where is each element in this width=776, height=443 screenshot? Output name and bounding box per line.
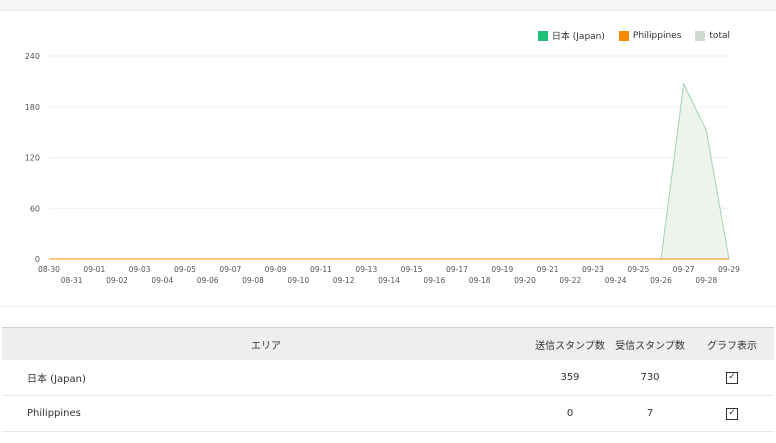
x-tick-label: 09-13 — [355, 265, 377, 274]
x-tick-label: 09-03 — [129, 265, 151, 274]
y-tick-label: 0 — [35, 255, 40, 264]
x-tick-label: 08-30 — [38, 265, 60, 274]
header-graph-display: グラフ表示 — [707, 340, 757, 352]
series-line-total — [49, 82, 730, 260]
legend-item-philippines[interactable]: Philippines — [618, 29, 682, 42]
legend-swatch-total — [695, 30, 706, 41]
x-tick-label: 08-31 — [61, 276, 83, 285]
y-tick-label: 240 — [25, 52, 40, 61]
header-area: エリア — [251, 340, 281, 352]
graph-display-cell: ✓ — [690, 371, 774, 384]
x-tick-label: 09-08 — [242, 276, 264, 285]
table-row: 日本 (Japan) 359 730 ✓ — [2, 360, 774, 396]
table-header-row: エリア 送信スタンプ数 受信スタンプ数 グラフ表示 — [2, 327, 774, 360]
row-area: 日本 (Japan) — [27, 374, 86, 385]
section-divider — [0, 306, 776, 307]
y-tick-label: 120 — [25, 154, 40, 163]
x-tick-label: 09-22 — [559, 276, 581, 285]
row-received: 730 — [640, 372, 660, 383]
row-area: Philippines — [27, 408, 81, 419]
top-strip — [0, 0, 776, 11]
graph-display-checkbox[interactable]: ✓ — [726, 407, 738, 420]
area-stamp-table: エリア 送信スタンプ数 受信スタンプ数 グラフ表示 日本 (Japan) 359… — [2, 327, 774, 432]
x-tick-label: 09-12 — [333, 276, 355, 285]
header-sent-stamps: 送信スタンプ数 — [535, 340, 605, 352]
x-tick-label: 09-18 — [469, 276, 491, 285]
header-received-stamps: 受信スタンプ数 — [615, 340, 685, 352]
x-tick-label: 09-15 — [401, 265, 423, 274]
x-tick-label: 09-16 — [423, 276, 445, 285]
chart-legend: 日本 (Japan) Philippines total — [537, 29, 730, 42]
x-tick-label: 09-23 — [582, 265, 604, 274]
table-row: Philippines 0 7 ✓ — [2, 396, 774, 432]
row-sent: 0 — [566, 408, 574, 419]
area-chart: 06012018024008-3008-3109-0109-0209-0309-… — [25, 52, 740, 285]
x-tick-label: 09-02 — [106, 276, 128, 285]
x-tick-label: 09-20 — [514, 276, 536, 285]
x-tick-label: 09-24 — [605, 276, 627, 285]
row-sent: 359 — [560, 372, 580, 383]
x-tick-label: 09-26 — [650, 276, 672, 285]
legend-swatch-japan — [537, 30, 548, 41]
legend-label-philippines: Philippines — [632, 30, 682, 41]
legend-item-japan[interactable]: 日本 (Japan) — [537, 29, 605, 42]
legend-item-total[interactable]: total — [695, 29, 730, 42]
x-tick-label: 09-06 — [197, 276, 219, 285]
x-tick-label: 09-29 — [718, 265, 740, 274]
graph-display-checkbox[interactable]: ✓ — [726, 371, 738, 384]
x-tick-label: 09-10 — [287, 276, 309, 285]
series-area-total — [49, 83, 729, 260]
y-tick-label: 60 — [30, 204, 40, 213]
x-tick-label: 09-14 — [378, 276, 400, 285]
row-received: 7 — [646, 408, 654, 419]
x-tick-label: 09-07 — [219, 265, 241, 274]
x-tick-label: 09-04 — [151, 276, 173, 285]
graph-display-cell: ✓ — [690, 407, 774, 420]
legend-label-japan: 日本 (Japan) — [551, 32, 605, 42]
y-tick-label: 180 — [25, 103, 40, 112]
x-tick-label: 09-27 — [673, 265, 695, 274]
x-tick-label: 09-19 — [491, 265, 513, 274]
x-tick-label: 09-21 — [537, 265, 559, 274]
x-tick-label: 09-25 — [627, 265, 649, 274]
x-tick-label: 09-11 — [310, 265, 332, 274]
legend-swatch-philippines — [618, 30, 629, 41]
x-tick-label: 09-05 — [174, 265, 196, 274]
chart-panel: 0 60 120 180 240 08-30 08-31 09-01 09-02 09-03 09-… — [0, 11, 776, 306]
legend-label-total: total — [709, 30, 730, 41]
x-tick-label: 09-28 — [695, 276, 717, 285]
x-tick-label: 09-01 — [83, 265, 105, 274]
x-tick-label: 09-09 — [265, 265, 287, 274]
x-tick-label: 09-17 — [446, 265, 468, 274]
